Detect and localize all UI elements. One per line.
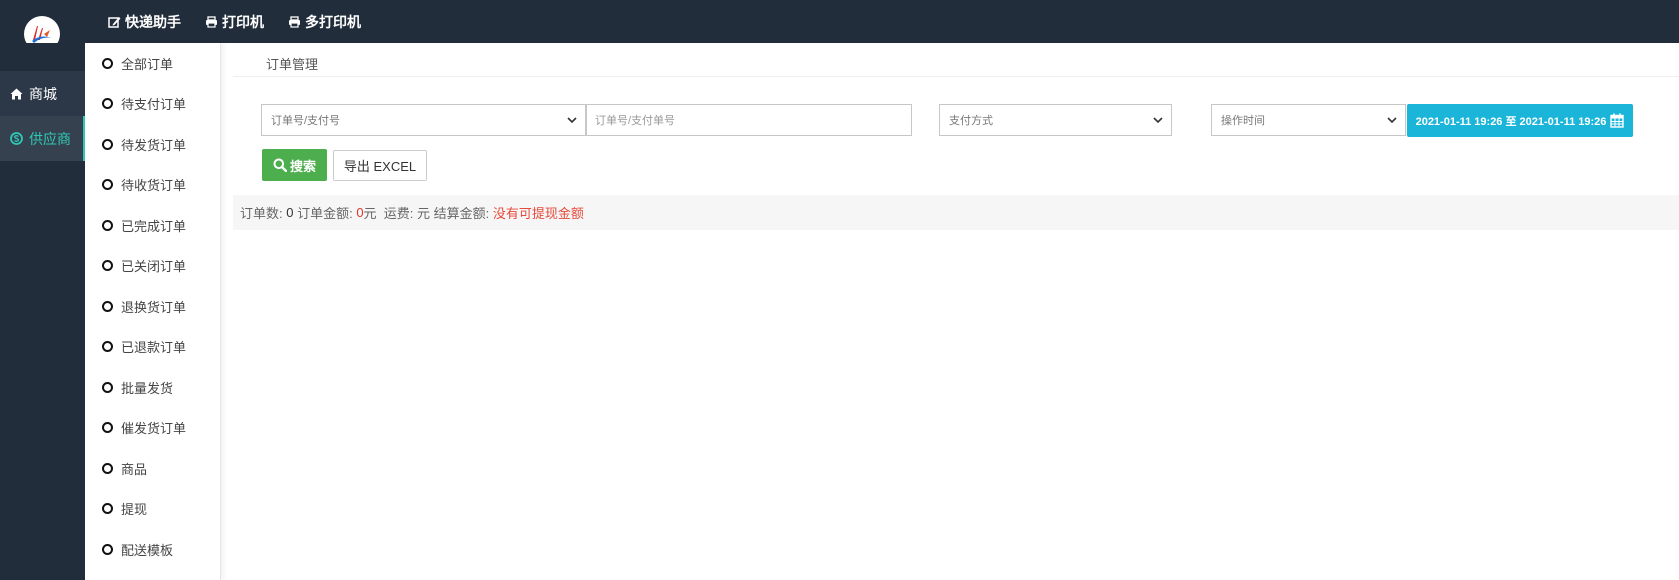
circle-icon bbox=[102, 98, 113, 110]
printer-icon bbox=[206, 15, 217, 28]
date-range-text: 2021-01-11 19:26 至 2021-01-11 19:26 bbox=[1415, 115, 1607, 128]
export-button-label: 导出 EXCEL bbox=[343, 159, 417, 174]
subnav-item-label: 已关闭订单 bbox=[121, 259, 187, 275]
freight-settle-label: 运费: 元 结算金额: bbox=[376, 206, 493, 221]
printer-icon bbox=[289, 15, 300, 28]
subnav-item-batch-ship[interactable]: 批量发货 bbox=[85, 367, 220, 408]
select-value: 操作时间 bbox=[1221, 115, 1265, 127]
search-button[interactable]: 搜索 bbox=[262, 149, 327, 181]
subnav-item-label: 配送模板 bbox=[121, 542, 174, 558]
subnav-item-label: 待发货订单 bbox=[121, 137, 187, 153]
sidebar-item-supplier[interactable]: 供应商 bbox=[0, 116, 85, 161]
skype-icon bbox=[10, 132, 23, 145]
subnav-item-label: 已完成订单 bbox=[121, 218, 187, 234]
edit-icon bbox=[108, 16, 121, 28]
chevron-down-icon bbox=[1387, 117, 1397, 124]
circle-icon bbox=[102, 543, 113, 555]
breadcrumb: 订单管理 bbox=[266, 57, 319, 72]
subnav-item-label: 商品 bbox=[121, 461, 148, 477]
search-icon bbox=[273, 158, 287, 172]
divider bbox=[233, 76, 1679, 77]
subnav-item-shipping-template[interactable]: 配送模板 bbox=[85, 529, 220, 570]
top-nav: 快递助手 打印机 多打印机 bbox=[108, 0, 385, 43]
order-number-input[interactable]: 订单号/支付单号 bbox=[586, 104, 912, 136]
order-count-value: 0 bbox=[286, 205, 294, 220]
subnav-item-pending-receipt[interactable]: 待收货订单 bbox=[85, 165, 220, 206]
order-count-label: 订单数: bbox=[240, 206, 287, 221]
subnav-item-label: 批量发货 bbox=[121, 380, 174, 396]
input-placeholder: 订单号/支付单号 bbox=[595, 115, 676, 127]
logo-icon bbox=[32, 26, 52, 43]
top-nav-multi-printer[interactable]: 多打印机 bbox=[288, 12, 361, 32]
top-nav-label: 快递助手 bbox=[125, 13, 181, 30]
subnav-item-label: 已退款订单 bbox=[121, 340, 187, 356]
subnav-item-closed[interactable]: 已关闭订单 bbox=[85, 246, 220, 287]
circle-icon bbox=[102, 462, 113, 474]
currency-unit: 元 bbox=[363, 206, 377, 221]
circle-icon bbox=[102, 422, 113, 434]
subnav-item-refunded[interactable]: 已退款订单 bbox=[85, 327, 220, 368]
chevron-down-icon bbox=[567, 117, 577, 124]
subnav-item-label: 催发货订单 bbox=[121, 421, 187, 437]
top-nav-printer[interactable]: 打印机 bbox=[205, 12, 264, 32]
export-excel-button[interactable]: 导出 EXCEL bbox=[333, 150, 427, 181]
top-bar: 快递助手 打印机 多打印机 bbox=[0, 0, 1679, 52]
circle-icon bbox=[102, 219, 113, 231]
circle-icon bbox=[102, 341, 113, 353]
calendar-icon bbox=[1610, 113, 1625, 128]
top-nav-label: 打印机 bbox=[222, 13, 264, 30]
sub-navigation: 全部订单 待支付订单 待发货订单 待收货订单 已完成订单 已关闭订单 退换货订单… bbox=[85, 43, 221, 580]
order-type-select[interactable]: 订单号/支付号 bbox=[261, 104, 586, 136]
sidebar-item-label: 供应商 bbox=[29, 130, 71, 147]
left-sidebar: 商城 供应商 bbox=[0, 43, 85, 580]
sidebar-item-mall[interactable]: 商城 bbox=[0, 71, 85, 116]
circle-icon bbox=[102, 57, 113, 69]
circle-icon bbox=[102, 503, 113, 515]
circle-icon bbox=[102, 260, 113, 272]
no-withdrawable-link[interactable]: 没有可提现金额 bbox=[493, 203, 584, 222]
subnav-item-label: 全部订单 bbox=[121, 56, 174, 72]
circle-icon bbox=[102, 300, 113, 312]
order-amount-label: 订单金额: bbox=[293, 206, 357, 221]
subnav-item-returns[interactable]: 退换货订单 bbox=[85, 286, 220, 327]
circle-icon bbox=[102, 381, 113, 393]
subnav-item-label: 提现 bbox=[121, 502, 148, 518]
circle-icon bbox=[102, 138, 113, 150]
select-value: 订单号/支付号 bbox=[271, 115, 341, 127]
subnav-item-completed[interactable]: 已完成订单 bbox=[85, 205, 220, 246]
top-nav-label: 多打印机 bbox=[305, 13, 361, 30]
subnav-item-label: 待收货订单 bbox=[121, 178, 187, 194]
payment-method-select[interactable]: 支付方式 bbox=[939, 104, 1172, 136]
date-range-picker[interactable]: 2021-01-11 19:26 至 2021-01-11 19:26 bbox=[1407, 104, 1633, 137]
main-content: 订单管理 订单号/支付号 订单号/支付单号 支付方式 操作时间 2021-01-… bbox=[221, 43, 1679, 580]
select-value: 支付方式 bbox=[949, 115, 993, 127]
subnav-item-withdraw[interactable]: 提现 bbox=[85, 489, 220, 530]
order-summary-bar: 订单数: 0 订单金额: 0元 运费: 元 结算金额: 没有可提现金额 bbox=[233, 195, 1679, 230]
subnav-item-pending-shipment[interactable]: 待发货订单 bbox=[85, 124, 220, 165]
subnav-item-all-orders[interactable]: 全部订单 bbox=[85, 43, 220, 84]
subnav-item-urge-ship[interactable]: 催发货订单 bbox=[85, 408, 220, 449]
time-type-select[interactable]: 操作时间 bbox=[1211, 104, 1406, 136]
subnav-item-label: 待支付订单 bbox=[121, 97, 187, 113]
chevron-down-icon bbox=[1153, 117, 1163, 124]
home-icon bbox=[10, 88, 23, 99]
subnav-item-label: 退换货订单 bbox=[121, 299, 187, 315]
top-nav-kuaidi[interactable]: 快递助手 bbox=[108, 12, 181, 32]
subnav-item-products[interactable]: 商品 bbox=[85, 448, 220, 489]
circle-icon bbox=[102, 179, 113, 191]
subnav-item-pending-payment[interactable]: 待支付订单 bbox=[85, 84, 220, 125]
order-amount-value: 0 bbox=[356, 205, 364, 220]
search-button-label: 搜索 bbox=[289, 158, 316, 174]
sidebar-item-label: 商城 bbox=[29, 85, 57, 102]
